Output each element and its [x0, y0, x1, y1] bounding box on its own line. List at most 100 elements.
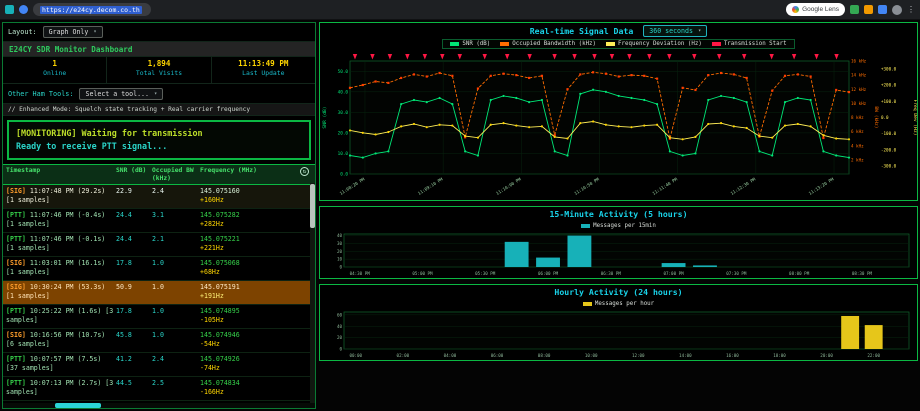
svg-text:10 kHz: 10 kHz [851, 101, 867, 106]
table-horizontal-scrollbar-thumb[interactable] [55, 403, 101, 408]
cell-snr: 17.8 [116, 259, 152, 278]
enhanced-mode-note: // Enhanced Mode: Squelch state tracking… [3, 104, 315, 116]
svg-text:16 kHz: 16 kHz [851, 59, 867, 64]
legend-item: Messages per 15min [581, 223, 656, 229]
legend-swatch [500, 42, 509, 46]
svg-text:-200.0: -200.0 [881, 147, 897, 152]
signal-table: Timestamp SNR (dB) Occupied BW (kHz) Fre… [3, 164, 315, 408]
svg-text:11:12:30 PM: 11:12:30 PM [730, 176, 758, 196]
table-row[interactable]: [SIG] 10:30:24 PM (53.3s) [1 samples]50.… [3, 281, 315, 305]
legend-item: Frequency Deviation (Hz) [606, 41, 702, 47]
svg-text:16:00: 16:00 [726, 353, 739, 358]
svg-text:04:00: 04:00 [444, 353, 457, 358]
table-vertical-scrollbar[interactable] [310, 183, 315, 408]
cell-timestamp: [SIG] 10:30:24 PM (53.3s) [1 samples] [6, 283, 116, 302]
activity-15min-chart: 01020304004:30 PM05:00 PM05:30 PM06:00 P… [320, 231, 917, 278]
extension-icon-orange[interactable] [864, 5, 873, 14]
table-horizontal-scrollbar[interactable] [3, 403, 315, 408]
realtime-signal-chart: 0.010.020.030.040.050.011:08:20 PM11:09:… [320, 50, 917, 200]
table-refresh-icon[interactable]: ↻ [300, 167, 309, 176]
legend-item: Messages per hour [583, 301, 654, 307]
tools-select[interactable]: Select a tool... ▾ [79, 88, 163, 100]
cell-bw: 2.4 [152, 187, 200, 206]
cell-timestamp: [PTT] 10:07:13 PM (2.7s) [3 samples] [6, 379, 116, 398]
signal-type-tag: [SIG] [6, 259, 26, 267]
svg-text:08:00: 08:00 [538, 353, 551, 358]
table-row[interactable]: [PTT] 10:07:57 PM (7.5s) [37 samples]41.… [3, 353, 315, 377]
browser-menu-icon[interactable]: ⋮ [907, 6, 915, 14]
col-header-timestamp: Timestamp [6, 167, 116, 182]
col-header-snr: SNR (dB) [116, 167, 152, 182]
cell-bw: 1.0 [152, 331, 200, 350]
signal-type-tag: [SIG] [6, 283, 26, 291]
svg-text:10:00: 10:00 [585, 353, 598, 358]
google-lens-button[interactable]: Google Lens [786, 3, 845, 16]
address-bar[interactable]: https://e24cy.decom.co.th [33, 3, 151, 16]
col-header-bw: Occupied BW (kHz) [152, 167, 200, 182]
cell-timestamp: [PTT] 10:07:57 PM (7.5s) [37 samples] [6, 355, 116, 374]
svg-text:11:13:20 PM: 11:13:20 PM [808, 176, 836, 196]
google-lens-icon [792, 6, 799, 13]
table-row[interactable]: [PTT] 11:07:46 PM (-0.1s) [1 samples]24.… [3, 233, 315, 257]
stats-row: 1 Online 1,894 Total Visits 11:13:49 PM … [3, 57, 315, 84]
stat-last-update-value: 11:13:49 PM [212, 59, 315, 69]
svg-text:20.0: 20.0 [338, 131, 349, 137]
signal-type-tag: [PTT] [6, 355, 26, 363]
svg-text:11:08:20 PM: 11:08:20 PM [339, 176, 367, 196]
svg-text:08:30 PM: 08:30 PM [852, 271, 873, 276]
legend-swatch [450, 42, 459, 46]
tab-favicon[interactable] [19, 5, 28, 14]
layout-select[interactable]: Graph Only ▾ [43, 26, 103, 38]
page-content: Layout: Graph Only ▾ E24CY SDR Monitor D… [0, 20, 920, 411]
table-row[interactable]: [PTT] 10:07:13 PM (2.7s) [3 samples]44.5… [3, 377, 315, 401]
svg-text:50.0: 50.0 [338, 69, 349, 75]
cell-timestamp: [SIG] 11:03:01 PM (16.1s) [1 samples] [6, 259, 116, 278]
cell-timestamp: [PTT] 11:07:46 PM (-0.1s) [1 samples] [6, 235, 116, 254]
table-row[interactable]: [SIG] 10:16:56 PM (10.7s) [6 samples]45.… [3, 329, 315, 353]
table-row[interactable]: [SIG] 11:03:01 PM (16.1s) [1 samples]17.… [3, 257, 315, 281]
svg-text:05:30 PM: 05:30 PM [475, 271, 496, 276]
activity-15min-panel: 15-Minute Activity (5 hours) Messages pe… [319, 206, 918, 279]
cell-timestamp: [PTT] 10:25:22 PM (1.6s) [3 samples] [6, 307, 116, 326]
activity-15min-legend-row: Messages per 15min [320, 221, 917, 231]
svg-text:40: 40 [337, 324, 343, 329]
legend-swatch [712, 42, 721, 46]
extension-icon-green[interactable] [850, 5, 859, 14]
svg-text:11:09:10 PM: 11:09:10 PM [417, 176, 445, 196]
svg-text:07:00 PM: 07:00 PM [663, 271, 684, 276]
cell-frequency: 145.075068+68Hz [200, 259, 312, 278]
activity-hourly-header: Hourly Activity (24 hours) [320, 285, 917, 299]
activity-hourly-panel: Hourly Activity (24 hours) Messages per … [319, 284, 918, 361]
svg-text:+100.0: +100.0 [881, 99, 897, 104]
stat-last-update-label: Last Update [212, 69, 315, 77]
svg-text:60: 60 [337, 312, 343, 317]
url-text[interactable]: https://e24cy.decom.co.th [40, 6, 142, 14]
svg-text:SNR (dB): SNR (dB) [322, 106, 328, 128]
svg-text:07:30 PM: 07:30 PM [726, 271, 747, 276]
profile-avatar[interactable] [892, 5, 902, 15]
extension-icon-blue[interactable] [878, 5, 887, 14]
cell-frequency: 145.074946-54Hz [200, 331, 312, 350]
monitoring-status-box: [MONITORING] Waiting for transmission Re… [7, 120, 311, 160]
realtime-legend: SNR (dB)Occupied Bandwidth (kHz)Frequenc… [442, 39, 794, 49]
stat-online-value: 1 [3, 59, 106, 69]
svg-text:20: 20 [337, 249, 343, 254]
cell-bw: 3.1 [152, 211, 200, 230]
time-range-select[interactable]: 360 seconds ▾ [643, 25, 707, 37]
monitoring-ready-line: Ready to receive PTT signal... [16, 140, 302, 153]
table-vertical-scrollbar-thumb[interactable] [310, 184, 315, 228]
table-row[interactable]: [SIG] 11:07:48 PM (29.2s) [1 samples]22.… [3, 185, 315, 209]
stat-total-visits-label: Total Visits [107, 69, 210, 77]
tools-label: Other Ham Tools: [8, 90, 73, 98]
right-panel: Real-time Signal Data 360 seconds ▾ SNR … [319, 22, 918, 409]
svg-text:+300.0: +300.0 [881, 67, 897, 72]
svg-text:10.0: 10.0 [338, 151, 349, 157]
table-row[interactable]: [PTT] 11:07:46 PM (-0.4s) [1 samples]24.… [3, 209, 315, 233]
cell-frequency: 145.075160+160Hz [200, 187, 312, 206]
svg-text:14 kHz: 14 kHz [851, 73, 867, 78]
cell-snr: 50.9 [116, 283, 152, 302]
signal-type-tag: [PTT] [6, 379, 26, 387]
pinned-tab-icon[interactable] [5, 5, 14, 14]
table-row[interactable]: [PTT] 10:25:22 PM (1.6s) [3 samples]17.8… [3, 305, 315, 329]
svg-text:04:30 PM: 04:30 PM [350, 271, 371, 276]
